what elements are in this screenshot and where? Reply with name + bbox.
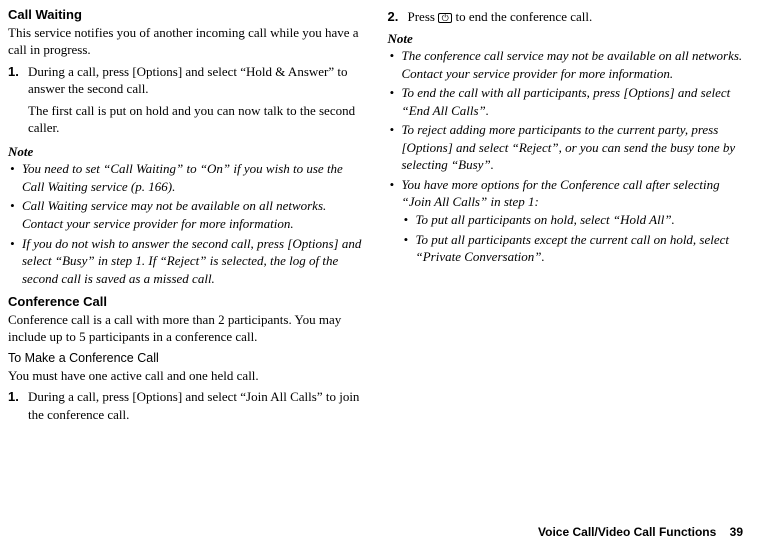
conference-step-1: 1. During a call, press [Options] and se…	[8, 388, 364, 423]
note-item: You need to set “Call Waiting” to “On” i…	[8, 160, 364, 195]
footer-section: Voice Call/Video Call Functions	[538, 525, 716, 539]
conference-steps: 1. During a call, press [Options] and se…	[8, 388, 364, 423]
left-column: Call Waiting This service notifies you o…	[8, 6, 364, 518]
step-text: During a call, press [Options] and selec…	[28, 389, 359, 422]
step-number: 1.	[8, 63, 19, 81]
call-waiting-step-1-result: The first call is put on hold and you ca…	[28, 102, 364, 137]
conference-call-intro: Conference call is a call with more than…	[8, 311, 364, 346]
right-column: 2. Press ⏻ to end the conference call. N…	[388, 6, 744, 518]
step-text-post: to end the conference call.	[452, 9, 592, 24]
call-waiting-steps: 1. During a call, press [Options] and se…	[8, 63, 364, 98]
note-item: To reject adding more participants to th…	[388, 121, 744, 174]
note-item: To end the call with all participants, p…	[388, 84, 744, 119]
conference-notes: The conference call service may not be a…	[388, 47, 744, 266]
make-conference-intro: You must have one active call and one he…	[8, 367, 364, 385]
heading-call-waiting: Call Waiting	[8, 6, 364, 24]
note-heading: Note	[388, 30, 744, 48]
heading-conference-call: Conference Call	[8, 293, 364, 311]
conference-step-2: 2. Press ⏻ to end the conference call.	[388, 8, 744, 26]
note-heading: Note	[8, 143, 364, 161]
subnote-item: To put all participants except the curre…	[402, 231, 744, 266]
note-item: You have more options for the Conference…	[388, 176, 744, 266]
subheading-make-conference: To Make a Conference Call	[8, 350, 364, 367]
call-waiting-notes: You need to set “Call Waiting” to “On” i…	[8, 160, 364, 287]
note-item: If you do not wish to answer the second …	[8, 235, 364, 288]
step-text-pre: Press	[408, 9, 439, 24]
note-item: Call Waiting service may not be availabl…	[8, 197, 364, 232]
end-key-icon: ⏻	[438, 13, 452, 23]
subnote-item: To put all participants on hold, select …	[402, 211, 744, 229]
call-waiting-intro: This service notifies you of another inc…	[8, 24, 364, 59]
conference-steps-cont: 2. Press ⏻ to end the conference call.	[388, 8, 744, 26]
step-text: During a call, press [Options] and selec…	[28, 64, 348, 97]
call-waiting-step-1: 1. During a call, press [Options] and se…	[8, 63, 364, 98]
page-footer: Voice Call/Video Call Functions 39	[8, 518, 743, 540]
footer-page-number: 39	[730, 525, 743, 539]
conference-subnotes: To put all participants on hold, select …	[402, 211, 744, 266]
note-item-text: You have more options for the Conference…	[402, 177, 720, 210]
step-number: 2.	[388, 8, 399, 26]
note-item: The conference call service may not be a…	[388, 47, 744, 82]
step-number: 1.	[8, 388, 19, 406]
